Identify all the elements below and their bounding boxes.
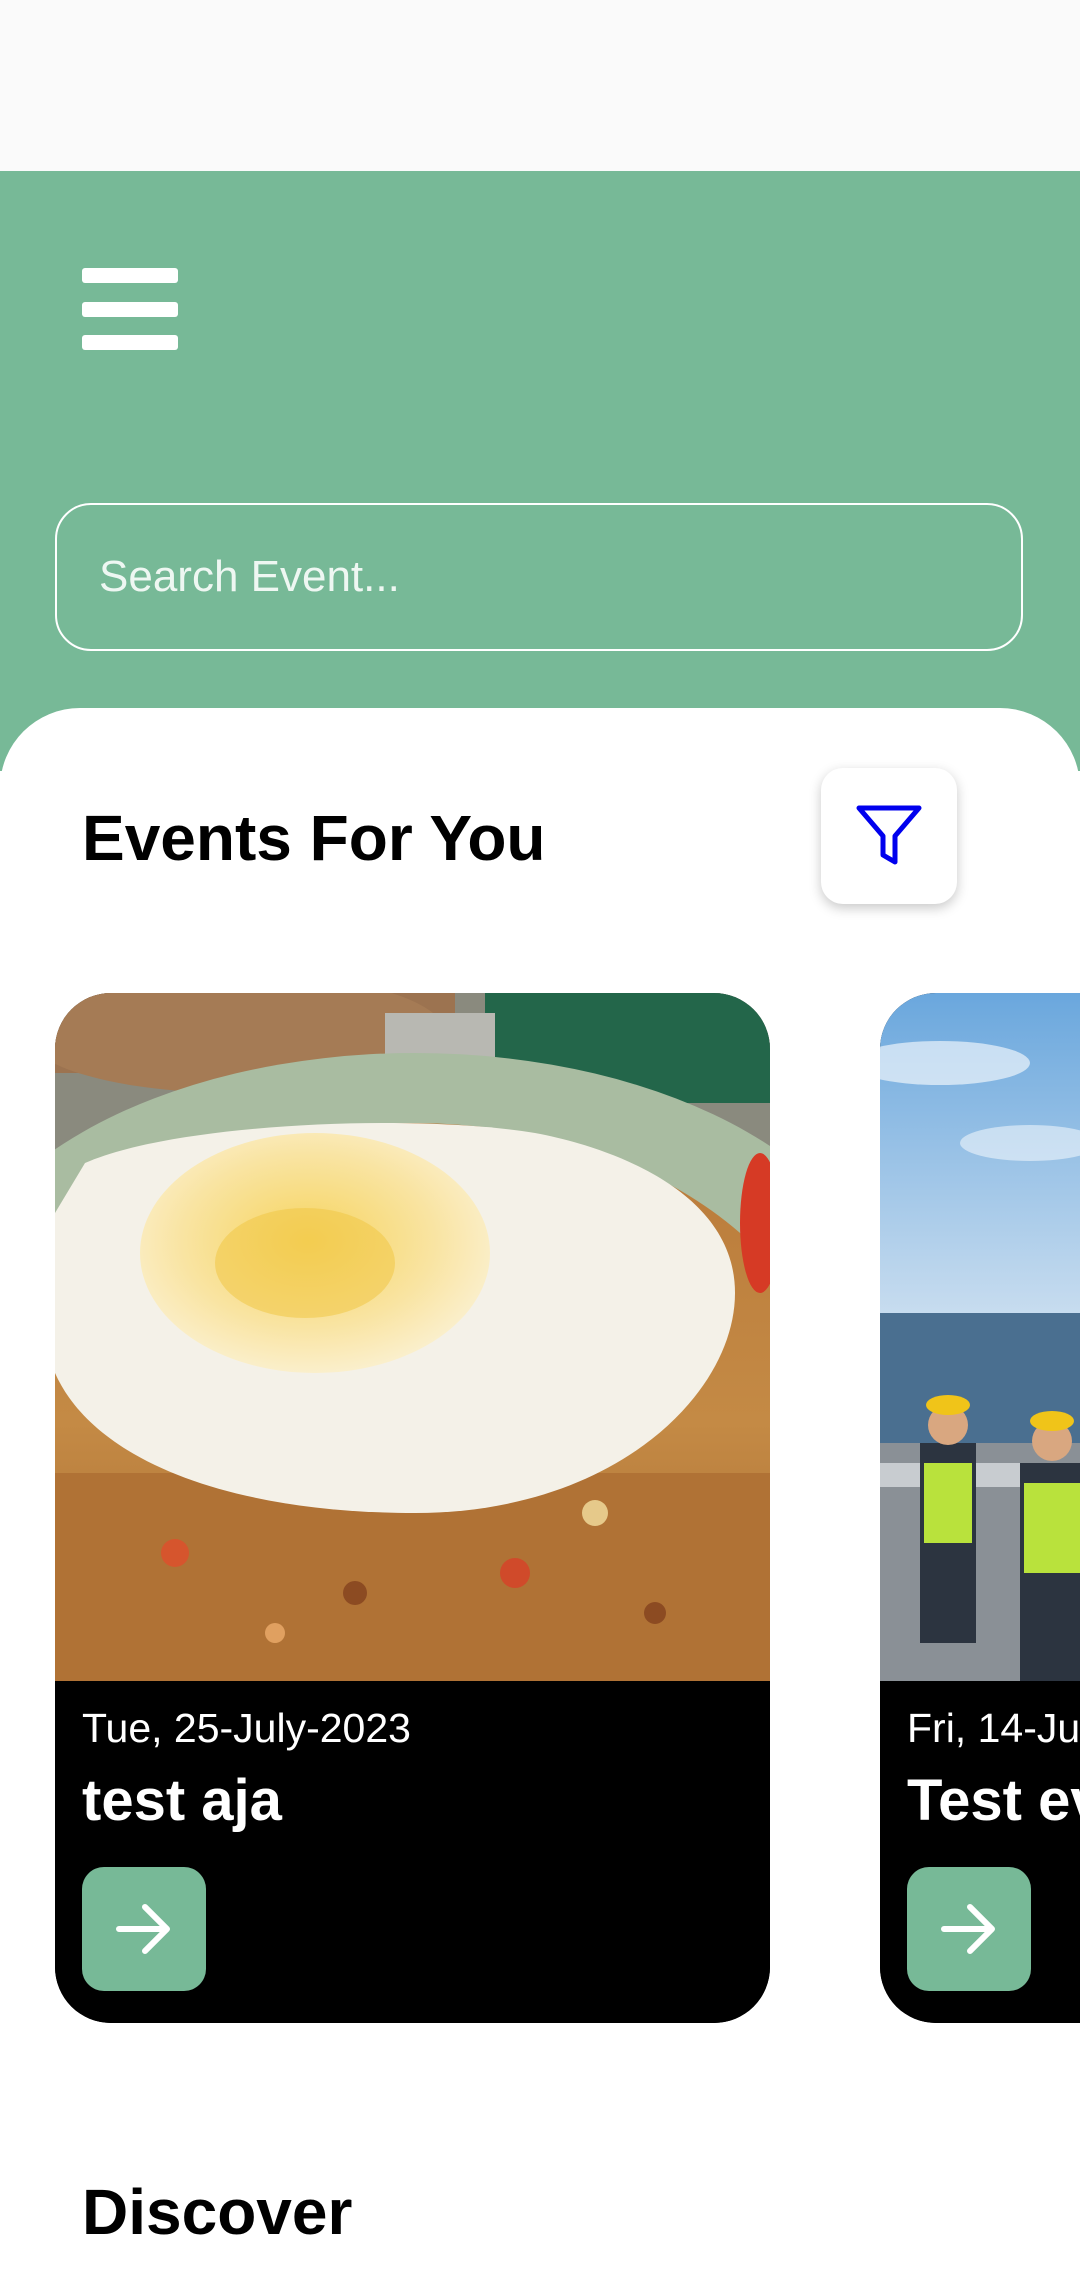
event-date: Tue, 25-July-2023 [82, 1705, 411, 1751]
app-header [0, 171, 1080, 771]
event-card[interactable]: Tue, 25-July-2023 test aja [55, 993, 770, 2023]
open-event-button[interactable] [82, 1867, 206, 1991]
events-section-title: Events For You [82, 802, 546, 874]
event-date: Fri, 14-Ju [907, 1705, 1080, 1751]
discover-section-title: Discover [82, 2176, 353, 2248]
filter-funnel-icon [856, 805, 922, 865]
event-image-ship-deck [880, 993, 1080, 1681]
status-bar [0, 0, 1080, 171]
event-info: Fri, 14-Ju Test ev [880, 1681, 1080, 2023]
event-title: Test ev [907, 1768, 1080, 1833]
arrow-right-icon [941, 1904, 995, 1954]
menu-button[interactable] [82, 268, 178, 350]
arrow-right-icon [116, 1904, 170, 1954]
event-card[interactable]: Fri, 14-Ju Test ev [880, 993, 1080, 2023]
event-title: test aja [82, 1768, 282, 1833]
search-box[interactable] [55, 503, 1023, 651]
open-event-button[interactable] [907, 1867, 1031, 1991]
search-input[interactable] [99, 505, 979, 649]
event-image-fried-rice [55, 993, 770, 1681]
event-info: Tue, 25-July-2023 test aja [55, 1681, 770, 2023]
filter-button[interactable] [821, 768, 957, 904]
